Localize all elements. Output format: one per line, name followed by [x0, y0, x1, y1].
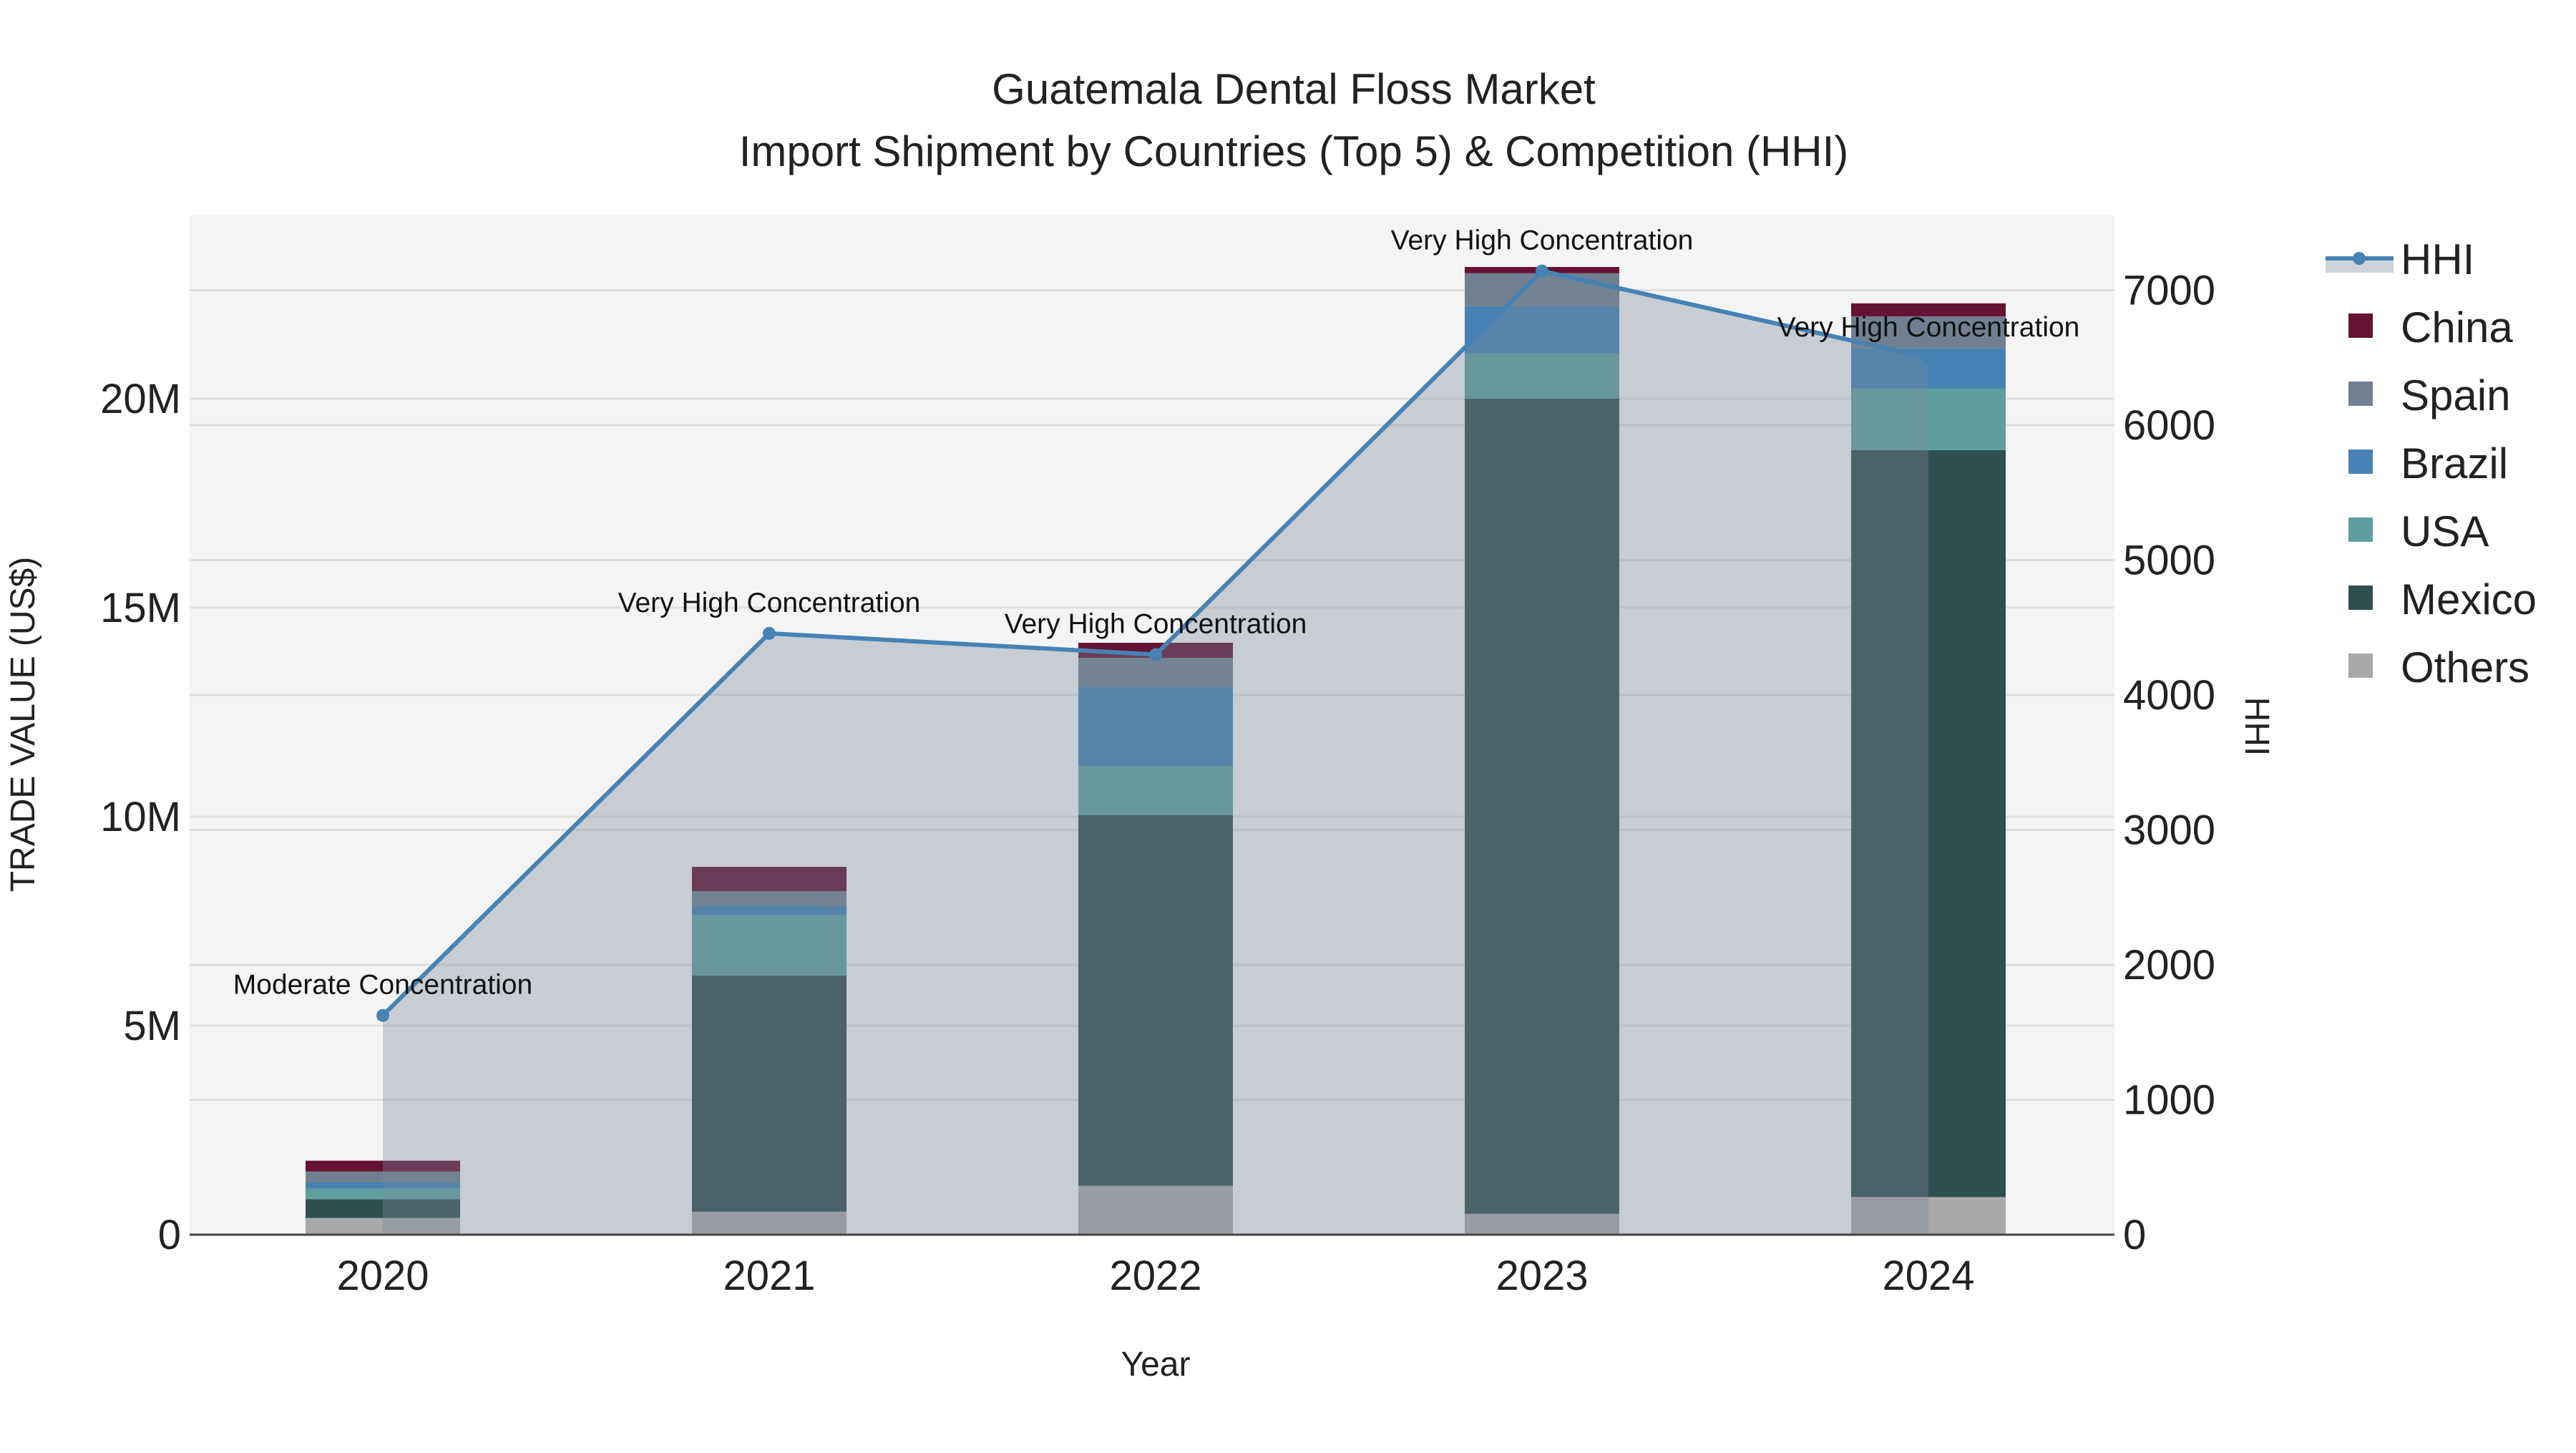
y-tick-label: 10M	[100, 794, 181, 840]
hhi-point-2024	[1922, 351, 1935, 364]
x-tick-label: 2022	[1109, 1253, 1201, 1299]
legend-swatch-mexico	[2348, 585, 2373, 610]
y2-tick-label: 7000	[2123, 268, 2215, 314]
y2-tick-label: 1000	[2123, 1077, 2215, 1124]
hhi-point-2022	[1149, 648, 1162, 661]
hhi-point-2023	[1536, 264, 1548, 278]
legend-swatch-china	[2348, 314, 2373, 338]
hhi-annotation: Very High Concentration	[1391, 225, 1694, 256]
x-tick-label: 2020	[336, 1253, 429, 1299]
hhi-annotation: Very High Concentration	[1777, 312, 2080, 343]
y-axis-title: TRADE VALUE (US$)	[4, 557, 42, 893]
y2-tick-label: 2000	[2123, 942, 2215, 988]
y2-tick-label: 3000	[2123, 807, 2215, 854]
legend-label-others: Others	[2401, 643, 2529, 691]
chart: 0 5M 10M 15M 20M 0 1000 2000 3000 4000 5000 6000 700…	[4, 65, 2537, 1384]
legend-swatch-spain	[2348, 382, 2373, 406]
legend-label-hhi: HHI	[2401, 235, 2474, 283]
hhi-point-2021	[763, 626, 776, 640]
y2-tick-label: 5000	[2123, 538, 2215, 584]
y2-tick-label: 0	[2123, 1212, 2146, 1258]
y-tick-label: 20M	[100, 376, 181, 422]
hhi-annotation: Very High Concentration	[618, 588, 921, 618]
chart-subtitle: Import Shipment by Countries (Top 5) & C…	[739, 127, 1849, 175]
legend-label-china: China	[2401, 303, 2513, 351]
x-tick-label: 2023	[1496, 1253, 1588, 1299]
x-axis-title: Year	[1121, 1346, 1191, 1384]
legend-swatch-others	[2348, 653, 2373, 678]
y2-tick-label: 4000	[2123, 672, 2215, 719]
legend: HHI China Spain Brazil USA Mexico Others	[2326, 235, 2537, 691]
y-tick-label: 15M	[100, 585, 181, 631]
chart-title: Guatemala Dental Floss Market	[992, 65, 1596, 113]
y-tick-label: 0	[158, 1212, 181, 1258]
legend-swatch-brazil	[2348, 449, 2373, 474]
legend-label-spain: Spain	[2401, 371, 2510, 419]
x-tick-label: 2021	[723, 1253, 815, 1299]
legend-swatch-usa	[2348, 517, 2373, 542]
legend-hhi-marker	[2353, 252, 2366, 265]
y-tick-label: 5M	[123, 1003, 181, 1049]
x-tick-label: 2024	[1882, 1253, 1974, 1299]
y2-axis-title: HHI	[2238, 697, 2275, 757]
hhi-annotation: Very High Concentration	[1005, 608, 1307, 639]
legend-label-brazil: Brazil	[2401, 439, 2508, 487]
legend-label-usa: USA	[2401, 507, 2489, 555]
y2-tick-label: 6000	[2123, 402, 2215, 449]
hhi-point-2020	[376, 1009, 389, 1022]
hhi-annotation: Moderate Concentration	[233, 970, 532, 1001]
legend-label-mexico: Mexico	[2401, 575, 2537, 623]
